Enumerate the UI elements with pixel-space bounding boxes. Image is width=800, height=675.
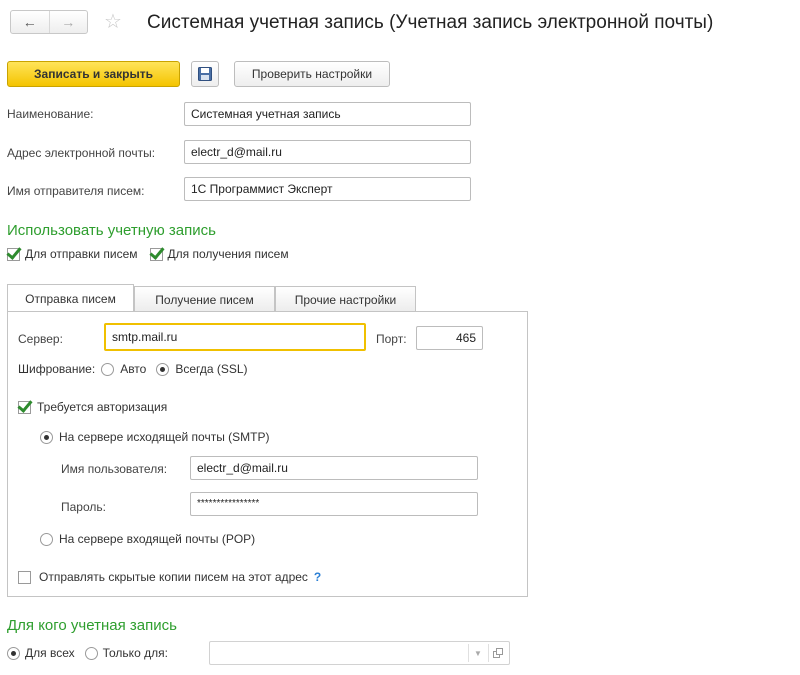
- forward-button[interactable]: →: [48, 11, 88, 33]
- bcc-checkbox[interactable]: [18, 570, 31, 584]
- encryption-label: Шифрование:: [18, 362, 96, 376]
- password-label: Пароль:: [61, 500, 106, 514]
- password-input[interactable]: ****************: [190, 492, 478, 516]
- pop-row: На сервере входящей почты (POP): [40, 532, 255, 546]
- for-all-radio[interactable]: [7, 646, 20, 660]
- for-whom-options: Для всех Только для:: [7, 646, 168, 660]
- smtp-label: На сервере исходящей почты (SMTP): [59, 430, 270, 444]
- only-for-label: Только для:: [102, 646, 168, 660]
- port-input[interactable]: 465: [416, 326, 483, 350]
- save-button[interactable]: [191, 61, 219, 87]
- for-all-label: Для всех: [25, 646, 75, 660]
- server-input[interactable]: smtp.mail.ru: [104, 323, 366, 351]
- tab-receiving[interactable]: Получение писем: [134, 286, 275, 312]
- email-input[interactable]: electr_d@mail.ru: [184, 140, 471, 164]
- receive-checkbox[interactable]: [149, 247, 163, 261]
- chevron-down-icon[interactable]: ▼: [468, 644, 487, 662]
- only-for-select[interactable]: ▼: [209, 641, 510, 665]
- page-title: Системная учетная запись (Учетная запись…: [147, 12, 714, 33]
- auth-row: Требуется авторизация: [18, 400, 167, 414]
- only-for-radio[interactable]: [84, 646, 98, 660]
- username-label: Имя пользователя:: [61, 462, 168, 476]
- check-settings-button[interactable]: Проверить настройки: [234, 61, 390, 87]
- name-input[interactable]: Системная учетная запись: [184, 102, 471, 126]
- send-checkbox[interactable]: [7, 247, 20, 261]
- pop-label: На сервере входящей почты (POP): [59, 532, 256, 546]
- arrow-left-icon: ←: [22, 14, 37, 30]
- receive-label: Для получения писем: [167, 247, 289, 261]
- arrow-right-icon: →: [61, 14, 76, 30]
- email-label: Адрес электронной почты:: [7, 146, 156, 160]
- encryption-ssl-label: Всегда (SSL): [175, 362, 248, 376]
- smtp-row: На сервере исходящей почты (SMTP): [40, 430, 270, 444]
- use-account-options: Для отправки писем Для получения писем: [7, 247, 289, 261]
- favorite-star-icon[interactable]: ☆: [104, 10, 122, 34]
- use-account-heading: Использовать учетную запись: [7, 222, 216, 239]
- help-icon[interactable]: ?: [314, 570, 321, 584]
- sender-label: Имя отправителя писем:: [7, 184, 145, 198]
- bcc-label: Отправлять скрытые копии писем на этот а…: [39, 570, 308, 584]
- send-label: Для отправки писем: [25, 247, 138, 261]
- back-button[interactable]: ←: [11, 11, 49, 33]
- for-whom-heading: Для кого учетная запись: [7, 617, 177, 634]
- tab-other-settings[interactable]: Прочие настройки: [275, 286, 416, 312]
- encryption-row: Шифрование: Авто Всегда (SSL): [18, 362, 248, 376]
- sending-panel: [7, 311, 528, 597]
- encryption-ssl-radio[interactable]: [156, 362, 170, 376]
- port-label: Порт:: [376, 332, 407, 346]
- auth-checkbox[interactable]: [18, 400, 31, 414]
- write-and-close-button[interactable]: Записать и закрыть: [7, 61, 180, 87]
- bcc-row: Отправлять скрытые копии писем на этот а…: [18, 570, 321, 584]
- smtp-radio[interactable]: [40, 430, 53, 444]
- open-icon[interactable]: [488, 644, 507, 662]
- username-input[interactable]: electr_d@mail.ru: [190, 456, 478, 480]
- auth-label: Требуется авторизация: [37, 400, 168, 414]
- name-label: Наименование:: [7, 107, 94, 121]
- encryption-auto-radio[interactable]: [101, 362, 115, 376]
- server-label: Сервер:: [18, 332, 63, 346]
- pop-radio[interactable]: [40, 532, 53, 546]
- nav-buttons: ← →: [10, 10, 88, 34]
- encryption-auto-label: Авто: [120, 362, 147, 376]
- floppy-disk-icon: [198, 67, 212, 81]
- tab-sending[interactable]: Отправка писем: [7, 284, 134, 312]
- sender-input[interactable]: 1С Программист Эксперт: [184, 177, 471, 201]
- open-window-icon: [493, 648, 503, 658]
